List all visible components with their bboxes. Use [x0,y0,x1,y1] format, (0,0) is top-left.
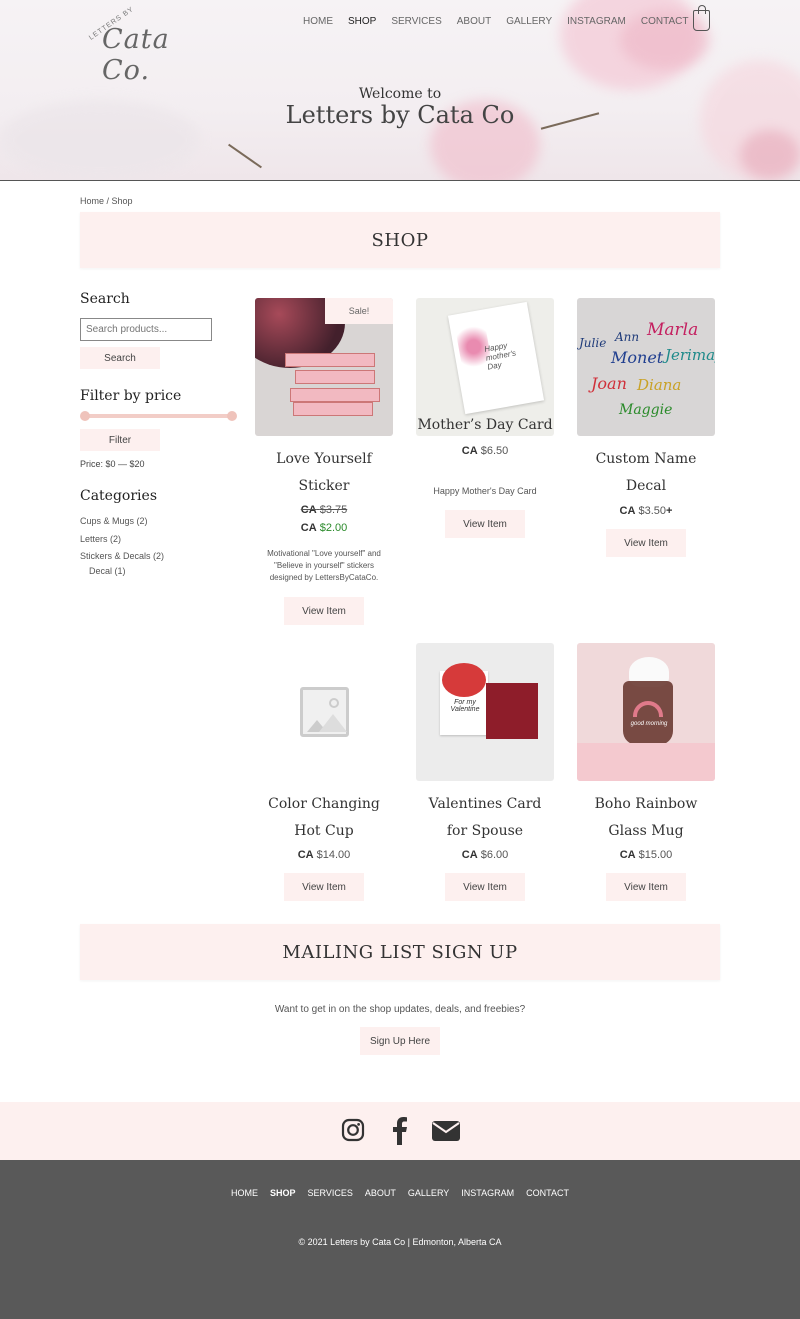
blossom-decoration [740,130,800,180]
breadcrumb[interactable]: Home / Shop [80,196,133,206]
sign-up-button[interactable]: Sign Up Here [360,1027,440,1055]
footer-nav-instagram[interactable]: INSTAGRAM [461,1188,514,1198]
placeholder-image-icon [300,687,349,737]
view-item-button[interactable]: View Item [284,873,364,901]
search-input[interactable] [80,318,212,341]
product-image[interactable]: Sale! [255,298,393,436]
nav-item-services[interactable]: SERVICES [391,16,441,27]
footer-nav-contact[interactable]: CONTACT [526,1188,569,1198]
category-link-cups-mugs[interactable]: Cups & Mugs (2) [80,516,148,526]
footer-nav-home[interactable]: HOME [231,1188,258,1198]
product-title[interactable]: Boho Rainbow Glass Mug [566,791,726,845]
categories-heading: Categories [80,488,157,504]
product-price: CA $3.50+ [619,505,673,517]
branch-decoration [228,143,262,169]
filter-button[interactable]: Filter [80,429,160,451]
footer-nav: HOME SHOP SERVICES ABOUT GALLERY INSTAGR… [0,1188,800,1198]
name-decal-image: Julie Ann Marla Monet Jerimay Joan Diana… [579,320,715,418]
nav-item-about[interactable]: ABOUT [457,16,491,27]
product-old-price: CA $3.75 [300,504,348,516]
mailing-banner: MAILING LIST SIGN UP [80,924,720,980]
product-description: Motivational "Love yourself" and "Believ… [267,549,381,582]
hero-welcome-small: Welcome to [358,86,442,102]
instagram-icon[interactable] [341,1118,365,1142]
nav-item-home[interactable]: HOME [303,16,333,27]
page-title: SHOP [371,229,429,251]
product-image[interactable]: good morning [577,643,715,781]
sale-badge: Sale! [325,298,393,324]
product-price: CA $14.00 [297,849,351,861]
product-price: CA $2.00 [300,522,348,534]
product-image[interactable]: Julie Ann Marla Monet Jerimay Joan Diana… [577,298,715,436]
hero-banner: LETTERS BY Cata Co. HOME SHOP SERVICES A… [0,0,800,181]
social-strip [0,1102,800,1160]
hero-title: Letters by Cata Co [285,101,515,129]
category-link-stickers-decals[interactable]: Stickers & Decals (2) [80,551,164,561]
nav-item-instagram[interactable]: INSTAGRAM [567,16,626,27]
nav-item-gallery[interactable]: GALLERY [506,16,552,27]
cart-icon[interactable] [693,5,710,31]
view-item-button[interactable]: View Item [284,597,364,625]
footer-nav-about[interactable]: ABOUT [365,1188,396,1198]
price-slider-track[interactable] [84,414,232,418]
view-item-button[interactable]: View Item [445,510,525,538]
product-title[interactable]: Mother’s Day Card [405,412,565,439]
price-slider-min-handle[interactable] [80,411,90,421]
mothers-day-card-image: Happy mother's Day [447,301,545,415]
valentine-card-image: For my Valentine [416,643,554,781]
footer-nav-shop[interactable]: SHOP [270,1188,296,1198]
product-price: CA $6.00 [461,849,509,861]
shop-banner: SHOP [80,212,720,268]
product-title[interactable]: Love Yourself Sticker [244,446,404,500]
product-title[interactable]: Color Changing Hot Cup [244,791,404,845]
category-link-letters[interactable]: Letters (2) [80,534,121,544]
nav-item-contact[interactable]: CONTACT [641,16,689,27]
filter-heading: Filter by price [80,388,182,404]
site-logo[interactable]: LETTERS BY Cata Co. [88,6,198,86]
product-description: Happy Mother's Day Card [433,486,537,496]
search-button[interactable]: Search [80,347,160,369]
footer-nav-gallery[interactable]: GALLERY [408,1188,449,1198]
email-icon[interactable] [432,1121,460,1141]
price-range-label: Price: $0 — $20 [80,459,145,469]
price-slider-max-handle[interactable] [227,411,237,421]
view-item-button[interactable]: View Item [445,873,525,901]
view-item-button[interactable]: View Item [606,529,686,557]
product-price: CA $6.50 [461,445,509,457]
search-heading: Search [80,291,130,307]
view-item-button[interactable]: View Item [606,873,686,901]
product-price: CA $15.00 [619,849,673,861]
rainbow-mug-image: good morning [577,643,715,781]
product-title[interactable]: Valentines Card for Spouse [405,791,565,845]
product-title[interactable]: Custom Name Decal [566,446,726,500]
product-image[interactable] [255,643,393,781]
product-image[interactable]: For my Valentine [416,643,554,781]
mailing-heading: MAILING LIST SIGN UP [282,941,518,963]
copyright: © 2021 Letters by Cata Co | Edmonton, Al… [298,1237,502,1247]
main-nav: HOME SHOP SERVICES ABOUT GALLERY INSTAGR… [303,16,703,27]
facebook-icon[interactable] [390,1117,408,1145]
footer-nav-services[interactable]: SERVICES [308,1188,353,1198]
logo-script-text: Cata Co. [102,24,170,86]
mailing-text: Want to get in on the shop updates, deal… [274,1004,526,1015]
nav-item-shop[interactable]: SHOP [348,16,376,27]
category-link-decal[interactable]: Decal (1) [89,566,126,576]
